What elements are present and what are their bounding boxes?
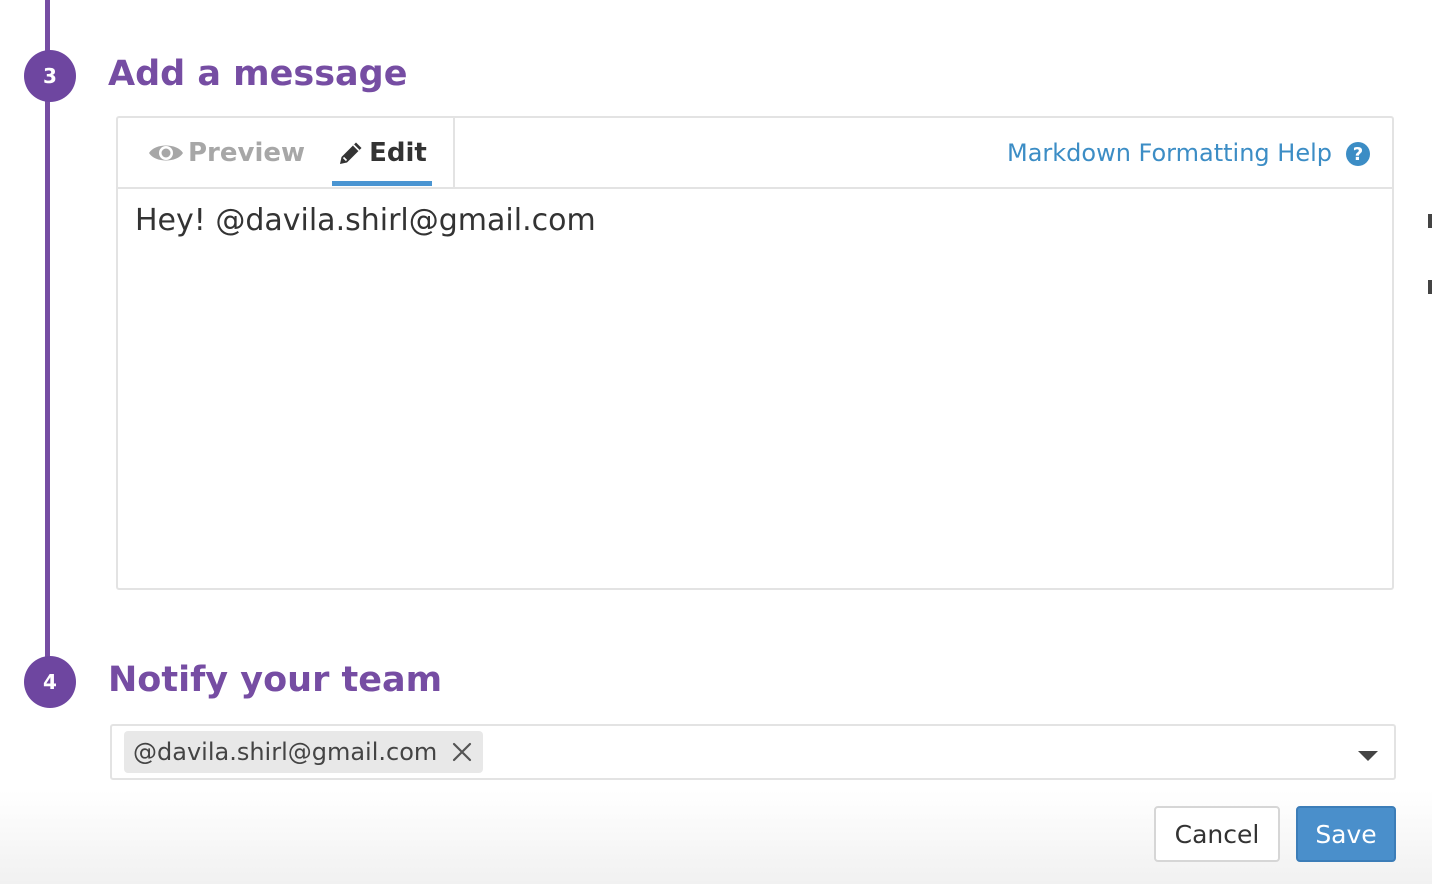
- chevron-down-icon[interactable]: [1356, 748, 1380, 762]
- tab-edit[interactable]: Edit: [332, 118, 432, 187]
- question-circle-icon[interactable]: ?: [1346, 142, 1370, 166]
- eye-icon: [148, 141, 184, 165]
- message-editor: Preview Edit Markdown Formatting Help ?: [116, 116, 1394, 590]
- recipient-chip-label: @davila.shirl@gmail.com: [133, 738, 438, 766]
- save-button[interactable]: Save: [1296, 806, 1396, 862]
- recipient-chip: @davila.shirl@gmail.com: [124, 731, 484, 773]
- notify-recipients-field[interactable]: @davila.shirl@gmail.com: [110, 724, 1396, 780]
- edge-marker: [1428, 214, 1432, 228]
- edge-marker: [1428, 280, 1432, 294]
- tab-preview-label: Preview: [188, 137, 306, 168]
- tab-edit-label: Edit: [369, 137, 427, 168]
- step-3-heading: Add a message: [108, 54, 408, 94]
- editor-tabbar: Preview Edit Markdown Formatting Help ?: [118, 118, 1392, 189]
- step-4-badge: 4: [24, 656, 76, 708]
- message-textarea[interactable]: [118, 189, 1392, 588]
- active-tab-indicator: [332, 181, 432, 186]
- close-icon[interactable]: [451, 741, 473, 763]
- step-3-badge: 3: [24, 50, 76, 102]
- tab-preview[interactable]: Preview: [148, 118, 305, 187]
- markdown-help-link[interactable]: Markdown Formatting Help: [1007, 136, 1332, 170]
- cancel-button[interactable]: Cancel: [1154, 806, 1280, 862]
- pencil-icon: [337, 139, 365, 167]
- tab-divider: [453, 118, 455, 189]
- step-4-heading: Notify your team: [108, 660, 443, 700]
